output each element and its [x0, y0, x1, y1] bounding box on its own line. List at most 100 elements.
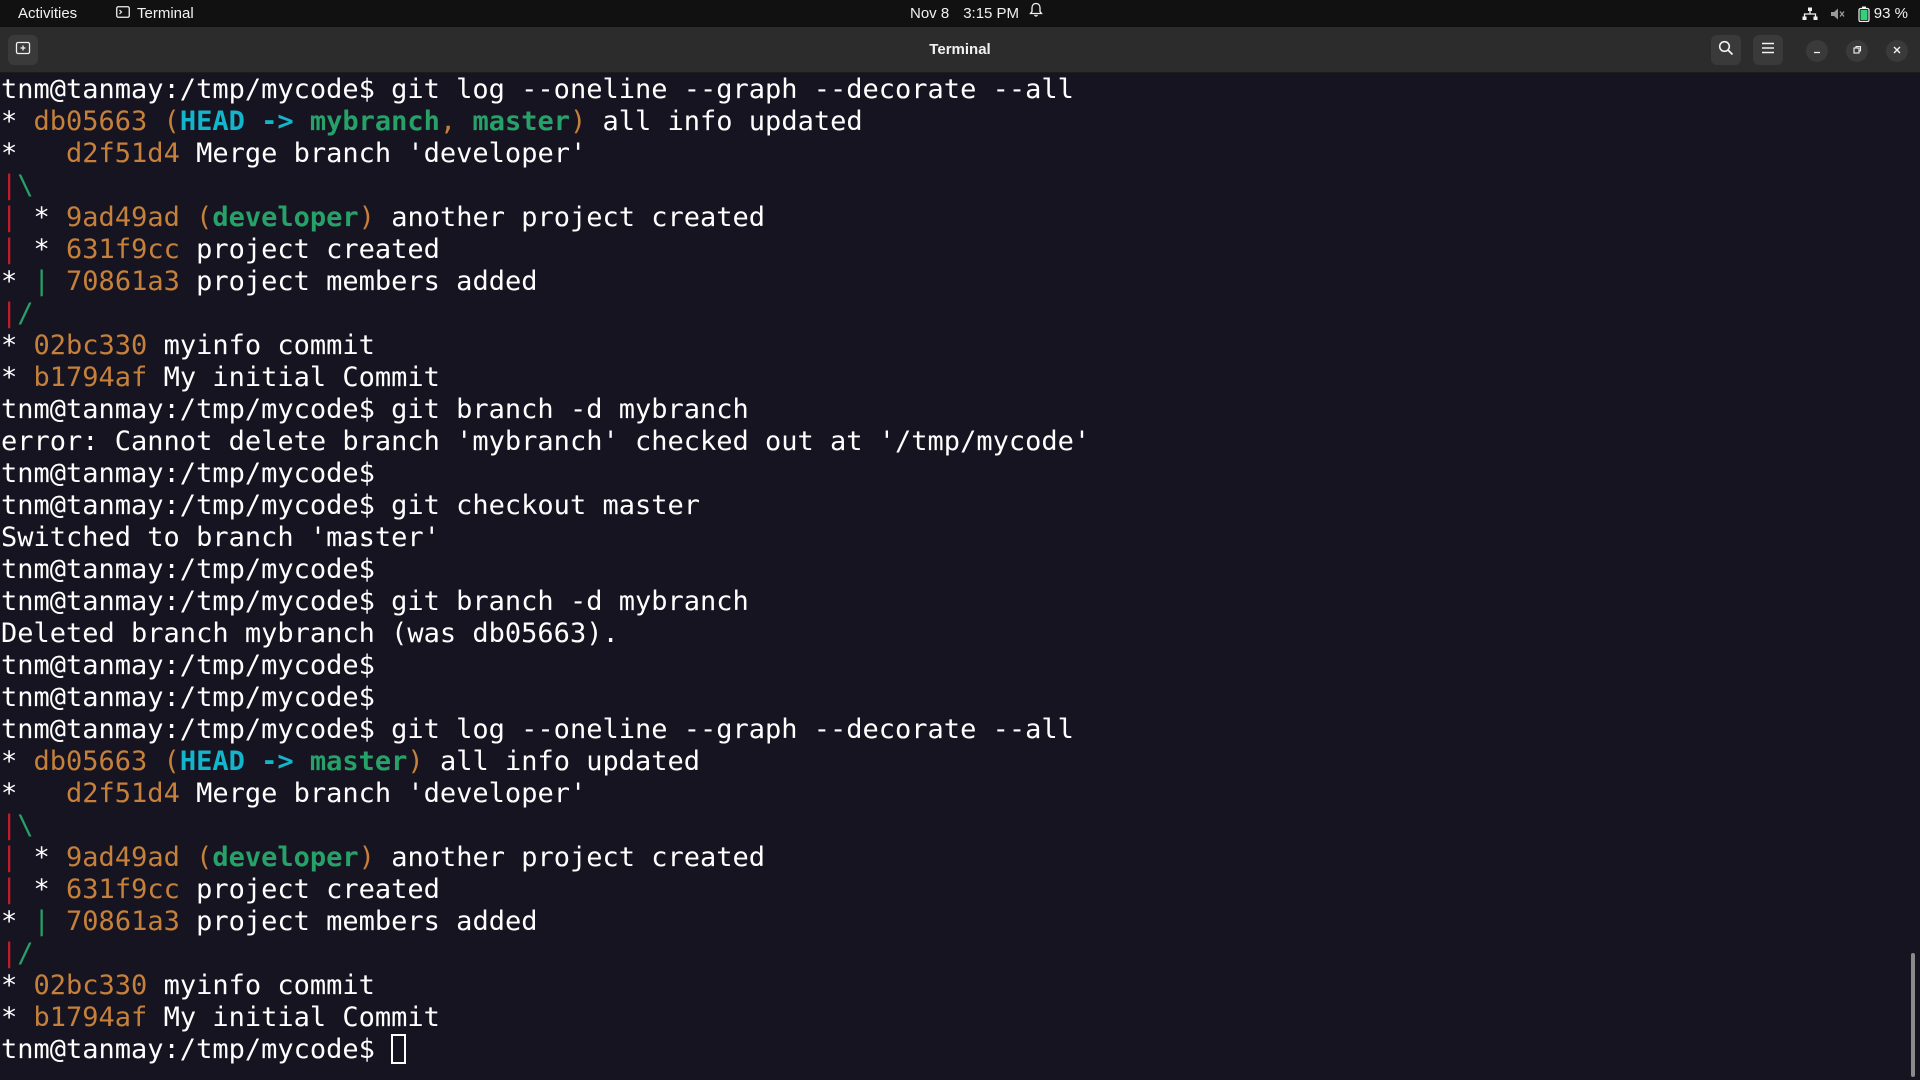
terminal-text: |: [1, 810, 18, 841]
terminal-text: *: [17, 842, 67, 873]
terminal-text: |: [1, 170, 18, 201]
terminal-text: |: [1, 874, 18, 905]
app-menu[interactable]: Terminal: [116, 0, 194, 27]
terminal-text: tnm@tanmay:/tmp/mycode$: [1, 650, 375, 681]
terminal-text: *: [1, 362, 34, 393]
window-title: Terminal: [929, 41, 991, 58]
terminal-text: b1794af: [33, 1002, 148, 1033]
terminal-text: \: [17, 810, 34, 841]
terminal-line: tnm@tanmay:/tmp/mycode$: [1, 1034, 407, 1066]
terminal-text: Merge branch 'developer': [179, 138, 587, 169]
time-label: 3:15 PM: [963, 5, 1020, 22]
system-tray[interactable]: 93 %: [1802, 0, 1908, 27]
terminal-line: |\: [1, 170, 34, 202]
minimize-icon: [1812, 42, 1822, 60]
activities-button[interactable]: Activities: [18, 0, 77, 27]
restore-icon: [1852, 42, 1862, 60]
scrollbar[interactable]: [1911, 953, 1915, 1077]
terminal-text: master: [309, 746, 408, 777]
terminal-text: Switched to branch 'master': [1, 522, 440, 553]
network-icon: [1802, 7, 1818, 21]
date-label: Nov 8: [910, 5, 950, 22]
terminal-line: tnm@tanmay:/tmp/mycode$ git checkout mas…: [1, 490, 700, 522]
terminal-line: | * 631f9cc project created: [1, 234, 440, 266]
bell-icon: [1029, 0, 1043, 27]
terminal-text: *: [17, 202, 67, 233]
terminal-text: 9ad49ad (: [66, 842, 213, 873]
header-bar[interactable]: Terminal: [0, 27, 1920, 73]
terminal-line: * d2f51d4 Merge branch 'developer': [1, 778, 586, 810]
search-button[interactable]: [1711, 35, 1741, 65]
terminal-line: | * 9ad49ad (developer) another project …: [1, 842, 765, 874]
clock[interactable]: Nov 8 3:15 PM: [910, 0, 1043, 27]
terminal-line: |/: [1, 938, 34, 970]
restore-button[interactable]: [1846, 40, 1868, 62]
terminal-line: * 02bc330 myinfo commit: [1, 970, 375, 1002]
terminal-line: tnm@tanmay:/tmp/mycode$ git branch -d my…: [1, 394, 749, 426]
battery-percentage: 93 %: [1873, 5, 1908, 22]
menu-button[interactable]: [1753, 35, 1783, 65]
terminal-text: project members added: [179, 266, 538, 297]
terminal-text: |: [1, 938, 18, 969]
terminal-line: tnm@tanmay:/tmp/mycode$ git log --onelin…: [1, 74, 1074, 106]
terminal-text: db05663 (: [33, 746, 180, 777]
terminal-text: mybranch: [309, 106, 440, 137]
terminal-line: | * 631f9cc project created: [1, 874, 440, 906]
terminal-line: * b1794af My initial Commit: [1, 1002, 440, 1034]
terminal-line: Deleted branch mybranch (was db05663).: [1, 618, 619, 650]
terminal-text: b1794af: [33, 362, 148, 393]
close-button[interactable]: [1886, 40, 1908, 62]
terminal-line: tnm@tanmay:/tmp/mycode$ git branch -d my…: [1, 586, 749, 618]
terminal-line: Switched to branch 'master': [1, 522, 440, 554]
terminal-text: My initial Commit: [147, 1002, 440, 1033]
terminal-text: HEAD ->: [179, 746, 310, 777]
terminal-text: |: [1, 842, 18, 873]
terminal-line: tnm@tanmay:/tmp/mycode$ git log --onelin…: [1, 714, 1074, 746]
terminal-text: tnm@tanmay:/tmp/mycode$ git log --onelin…: [1, 714, 1074, 745]
battery-icon: 93 %: [1858, 0, 1908, 27]
terminal-line: * d2f51d4 Merge branch 'developer': [1, 138, 586, 170]
terminal-text: \: [17, 170, 34, 201]
terminal-text: all info updated: [586, 106, 863, 137]
terminal-text: HEAD ->: [179, 106, 310, 137]
terminal-line: * db05663 (HEAD -> master) all info upda…: [1, 746, 700, 778]
terminal-text: |: [33, 266, 50, 297]
terminal-line: * | 70861a3 project members added: [1, 266, 537, 298]
terminal-text: another project created: [374, 842, 766, 873]
terminal-text: tnm@tanmay:/tmp/mycode$: [1, 1034, 392, 1065]
terminal-text: tnm@tanmay:/tmp/mycode$ git branch -d my…: [1, 586, 749, 617]
terminal-text: 02bc330: [33, 970, 148, 1001]
terminal-text: *: [1, 106, 34, 137]
terminal-line: tnm@tanmay:/tmp/mycode$: [1, 650, 375, 682]
terminal-line: tnm@tanmay:/tmp/mycode$: [1, 554, 375, 586]
terminal-text: another project created: [374, 202, 766, 233]
terminal-text: ): [407, 746, 424, 777]
terminal-text: ,: [439, 106, 473, 137]
terminal-text: |: [1, 202, 18, 233]
terminal-text: *: [1, 746, 34, 777]
terminal-text: master: [472, 106, 570, 137]
terminal-line: * db05663 (HEAD -> mybranch, master) all…: [1, 106, 863, 138]
new-tab-button[interactable]: [8, 35, 38, 65]
terminal-text: *: [17, 234, 67, 265]
terminal-output[interactable]: tnm@tanmay:/tmp/mycode$ git log --onelin…: [0, 73, 1910, 1080]
terminal-text: *: [1, 970, 34, 1001]
terminal-text: Merge branch 'developer': [179, 778, 587, 809]
terminal-text: developer: [212, 202, 359, 233]
terminal-line: | * 9ad49ad (developer) another project …: [1, 202, 765, 234]
terminal-text: /: [17, 298, 34, 329]
terminal-text: tnm@tanmay:/tmp/mycode$ git checkout mas…: [1, 490, 700, 521]
terminal-text: *: [1, 330, 34, 361]
volume-muted-icon: [1830, 7, 1846, 21]
minimize-button[interactable]: [1806, 40, 1828, 62]
top-bar: Activities Terminal Nov 8 3:15 PM 93 %: [0, 0, 1920, 27]
terminal-text: *: [1, 266, 34, 297]
terminal-text: ): [358, 202, 375, 233]
terminal-text: *: [1, 138, 67, 169]
terminal-line: |/: [1, 298, 34, 330]
terminal-app-icon: [116, 0, 130, 27]
close-icon: [1892, 42, 1902, 60]
terminal-text: ): [569, 106, 587, 137]
terminal-text: tnm@tanmay:/tmp/mycode$: [1, 682, 375, 713]
